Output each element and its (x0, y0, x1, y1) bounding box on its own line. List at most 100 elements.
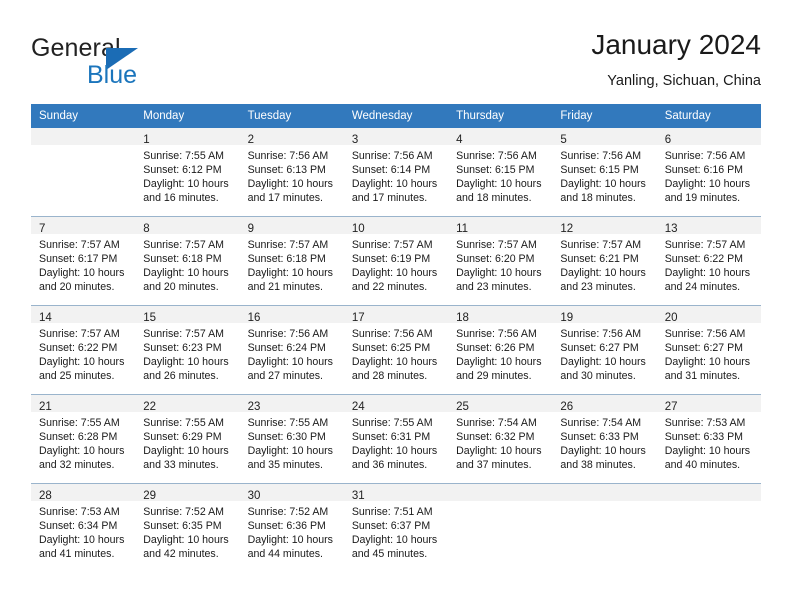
day-detail-line: Sunset: 6:14 PM (351, 164, 431, 176)
day-number-band: 26 (552, 395, 657, 413)
title-block: January 2024 Yanling, Sichuan, China (591, 28, 761, 91)
day-cell-inner: 1 Sunrise: 7:55 AM Sunset: 6:12 PM Daylight… (135, 128, 240, 216)
day-detail-line: and 17 minutes. (351, 192, 428, 204)
calendar-day-cell[interactable]: 9 Sunrise: 7:57 AM Sunset: 6:18 PM Daylight… (239, 216, 344, 306)
calendar-day-cell[interactable]: 12 Sunrise: 7:57 AM Sunset: 6:21 PM Dayligh… (552, 216, 657, 306)
calendar-day-cell[interactable]: 14 Sunrise: 7:57 AM Sunset: 6:22 PM Dayligh… (31, 305, 136, 395)
calendar-day-cell[interactable]: 18 Sunrise: 7:56 AM Sunset: 6:26 PM Dayligh… (448, 305, 553, 395)
day-detail-line: Sunrise: 7:55 AM (143, 150, 224, 162)
calendar-day-cell[interactable]: 15 Sunrise: 7:57 AM Sunset: 6:23 PM Dayligh… (135, 305, 240, 395)
day-detail-line: and 20 minutes. (143, 281, 219, 293)
day-cell-inner: 11 Sunrise: 7:57 AM Sunset: 6:20 PM Dayligh… (448, 217, 553, 305)
day-number: 31 (351, 490, 365, 502)
day-detail-text: Sunrise: 7:56 AM Sunset: 6:26 PM Daylight:… (448, 323, 552, 383)
calendar-day-cell[interactable]: 16 Sunrise: 7:56 AM Sunset: 6:24 PM Dayligh… (239, 305, 344, 395)
day-detail-text: Sunrise: 7:53 AM Sunset: 6:34 PM Daylight:… (31, 501, 135, 561)
calendar-day-cell[interactable]: 27 Sunrise: 7:53 AM Sunset: 6:33 PM Dayligh… (656, 394, 761, 484)
day-cell-inner: 14 Sunrise: 7:57 AM Sunset: 6:22 PM Dayligh… (31, 306, 136, 394)
calendar-day-cell[interactable]: 21 Sunrise: 7:55 AM Sunset: 6:28 PM Dayligh… (31, 394, 136, 484)
day-cell-inner: 22 Sunrise: 7:55 AM Sunset: 6:29 PM Dayligh… (135, 395, 240, 483)
day-number: 19 (560, 312, 574, 324)
calendar-day-cell[interactable]: 8 Sunrise: 7:57 AM Sunset: 6:18 PM Daylight… (135, 216, 240, 306)
day-detail-line: Sunrise: 7:55 AM (143, 417, 224, 429)
calendar-empty-cell (552, 483, 657, 572)
day-cell-inner: 27 Sunrise: 7:53 AM Sunset: 6:33 PM Dayligh… (656, 395, 761, 483)
day-detail-text: Sunrise: 7:56 AM Sunset: 6:15 PM Daylight:… (448, 145, 552, 205)
calendar-day-cell[interactable]: 30 Sunrise: 7:52 AM Sunset: 6:36 PM Dayligh… (239, 483, 344, 572)
day-detail-line: and 45 minutes. (351, 548, 428, 560)
weekday-header-tuesday: Tuesday (239, 104, 344, 128)
calendar-day-cell[interactable]: 7 Sunrise: 7:57 AM Sunset: 6:17 PM Daylight… (31, 216, 136, 306)
day-detail-line: Sunrise: 7:57 AM (351, 239, 433, 251)
calendar-day-cell[interactable]: 11 Sunrise: 7:57 AM Sunset: 6:20 PM Dayligh… (448, 216, 553, 306)
day-detail-text: Sunrise: 7:56 AM Sunset: 6:25 PM Daylight:… (344, 323, 448, 383)
calendar-day-cell[interactable]: 25 Sunrise: 7:54 AM Sunset: 6:32 PM Dayligh… (448, 394, 553, 484)
day-detail-line: and 28 minutes. (351, 370, 428, 382)
day-cell-inner (31, 128, 136, 216)
calendar-day-cell[interactable]: 1 Sunrise: 7:55 AM Sunset: 6:12 PM Daylight… (135, 128, 240, 217)
page-subtitle: Yanling, Sichuan, China (607, 73, 761, 89)
day-detail-line: Sunrise: 7:56 AM (664, 150, 746, 162)
day-detail-line: Daylight: 10 hours (143, 267, 229, 279)
day-detail-line: Sunrise: 7:53 AM (664, 417, 746, 429)
day-cell-inner: 7 Sunrise: 7:57 AM Sunset: 6:17 PM Daylight… (31, 217, 136, 305)
day-detail-line: Sunrise: 7:54 AM (456, 417, 537, 429)
day-number: 9 (247, 223, 254, 235)
day-detail-line: and 40 minutes. (664, 459, 741, 471)
day-number: 2 (247, 134, 254, 146)
day-detail-text: Sunrise: 7:54 AM Sunset: 6:33 PM Daylight:… (552, 412, 656, 472)
day-number: 25 (456, 401, 469, 413)
day-number-band: 22 (135, 395, 240, 413)
day-detail-line: Daylight: 10 hours (351, 534, 438, 546)
calendar-day-cell[interactable]: 6 Sunrise: 7:56 AM Sunset: 6:16 PM Daylight… (656, 128, 761, 217)
day-detail-line: and 44 minutes. (247, 548, 323, 560)
calendar-day-cell[interactable]: 29 Sunrise: 7:52 AM Sunset: 6:35 PM Dayligh… (135, 483, 240, 572)
calendar-day-cell[interactable]: 31 Sunrise: 7:51 AM Sunset: 6:37 PM Dayligh… (343, 483, 449, 572)
calendar-day-cell[interactable]: 23 Sunrise: 7:55 AM Sunset: 6:30 PM Dayligh… (239, 394, 344, 484)
page-header: General Blue January 2024 Yanling, Sichu… (31, 28, 761, 98)
day-detail-line: Sunset: 6:15 PM (560, 164, 639, 176)
day-detail-line: and 21 minutes. (247, 281, 323, 293)
day-cell-inner: 4 Sunrise: 7:56 AM Sunset: 6:15 PM Daylight… (448, 128, 553, 216)
day-detail-line: and 37 minutes. (456, 459, 532, 471)
day-detail-line: and 42 minutes. (143, 548, 219, 560)
day-number-band (448, 484, 553, 501)
day-detail-line: Daylight: 10 hours (664, 267, 751, 279)
day-detail-line: Sunset: 6:19 PM (351, 253, 431, 265)
general-blue-logo: General Blue (31, 34, 241, 92)
day-number: 12 (560, 223, 574, 235)
calendar-day-cell[interactable]: 22 Sunrise: 7:55 AM Sunset: 6:29 PM Dayligh… (135, 394, 240, 484)
calendar-day-cell[interactable]: 28 Sunrise: 7:53 AM Sunset: 6:34 PM Dayligh… (31, 483, 136, 572)
day-detail-line: Sunrise: 7:56 AM (247, 328, 329, 340)
calendar-day-cell[interactable]: 13 Sunrise: 7:57 AM Sunset: 6:22 PM Dayligh… (656, 216, 761, 306)
calendar-day-cell[interactable]: 4 Sunrise: 7:56 AM Sunset: 6:15 PM Daylight… (448, 128, 553, 217)
day-number: 8 (143, 223, 150, 235)
day-detail-text: Sunrise: 7:57 AM Sunset: 6:22 PM Daylight:… (657, 234, 761, 294)
day-detail-line: Sunset: 6:15 PM (456, 164, 535, 176)
calendar-empty-cell (31, 128, 136, 217)
day-detail-line: Sunrise: 7:56 AM (560, 150, 642, 162)
day-cell-inner: 3 Sunrise: 7:56 AM Sunset: 6:14 PM Daylight… (343, 128, 449, 216)
day-detail-line: and 18 minutes. (560, 192, 636, 204)
day-detail-line: and 23 minutes. (560, 281, 636, 293)
day-detail-line: Sunset: 6:32 PM (456, 431, 535, 443)
day-cell-inner: 18 Sunrise: 7:56 AM Sunset: 6:26 PM Dayligh… (448, 306, 553, 394)
day-detail-line: Sunrise: 7:57 AM (143, 328, 224, 340)
calendar-day-cell[interactable]: 3 Sunrise: 7:56 AM Sunset: 6:14 PM Daylight… (343, 128, 449, 217)
day-number: 5 (560, 134, 567, 146)
day-cell-inner: 28 Sunrise: 7:53 AM Sunset: 6:34 PM Dayligh… (31, 484, 136, 572)
day-detail-line: Sunrise: 7:51 AM (351, 506, 433, 518)
calendar-day-cell[interactable]: 2 Sunrise: 7:56 AM Sunset: 6:13 PM Daylight… (239, 128, 344, 217)
day-detail-text: Sunrise: 7:56 AM Sunset: 6:13 PM Daylight:… (240, 145, 344, 205)
calendar-day-cell[interactable]: 17 Sunrise: 7:56 AM Sunset: 6:25 PM Dayligh… (343, 305, 449, 395)
weekday-header-friday: Friday (552, 104, 657, 128)
calendar-day-cell[interactable]: 24 Sunrise: 7:55 AM Sunset: 6:31 PM Dayligh… (343, 394, 449, 484)
calendar-day-cell[interactable]: 19 Sunrise: 7:56 AM Sunset: 6:27 PM Dayligh… (552, 305, 657, 395)
day-detail-text: Sunrise: 7:54 AM Sunset: 6:32 PM Daylight:… (448, 412, 552, 472)
calendar-day-cell[interactable]: 20 Sunrise: 7:56 AM Sunset: 6:27 PM Dayligh… (656, 305, 761, 395)
day-number-band: 8 (135, 217, 240, 235)
calendar-day-cell[interactable]: 5 Sunrise: 7:56 AM Sunset: 6:15 PM Daylight… (552, 128, 657, 217)
calendar-day-cell[interactable]: 26 Sunrise: 7:54 AM Sunset: 6:33 PM Dayligh… (552, 394, 657, 484)
day-detail-line: Sunset: 6:33 PM (560, 431, 639, 443)
calendar-day-cell[interactable]: 10 Sunrise: 7:57 AM Sunset: 6:19 PM Dayligh… (343, 216, 449, 306)
